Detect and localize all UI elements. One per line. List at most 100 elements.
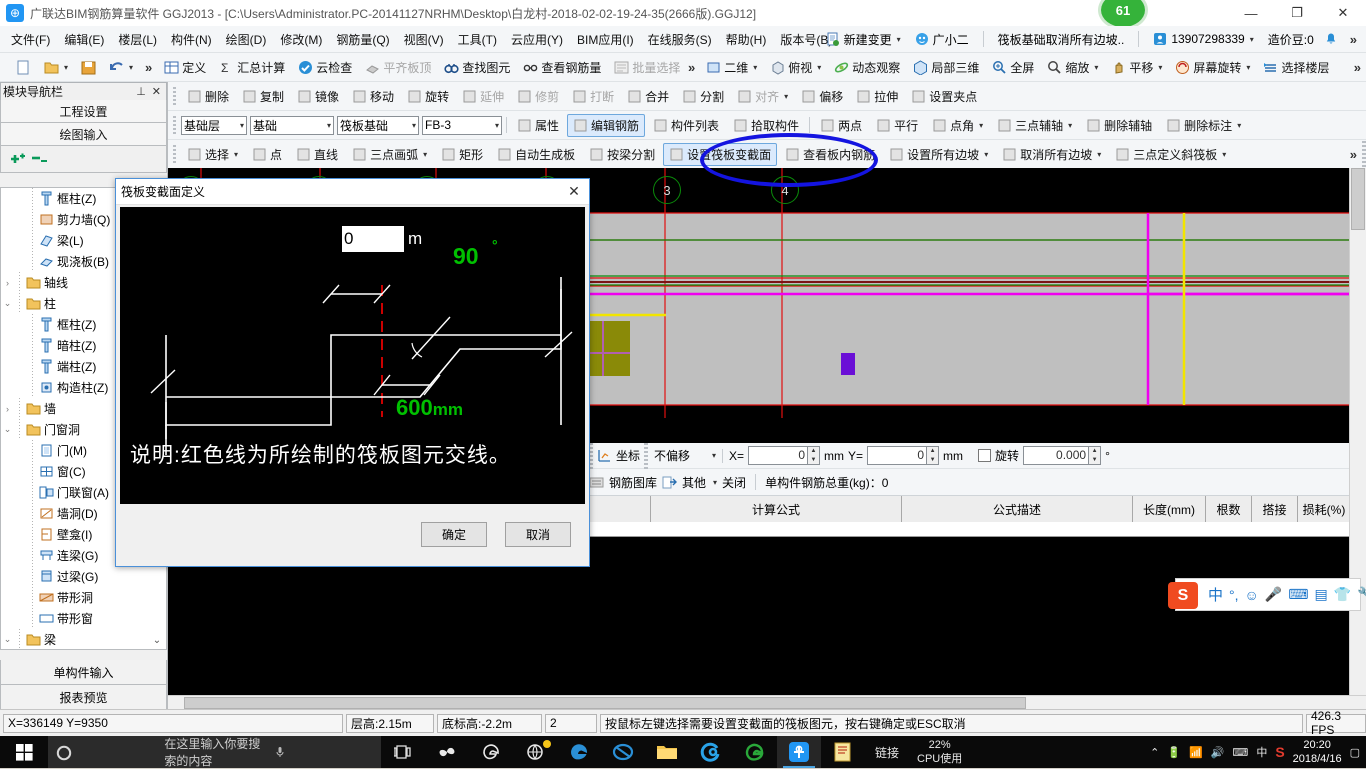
close-icon[interactable]: ✕ <box>149 85 164 98</box>
chevron-down-icon[interactable]: ▾ <box>421 150 427 159</box>
chevron-down-icon[interactable]: ▾ <box>1066 121 1072 130</box>
wifi-icon[interactable]: 📶 <box>1189 746 1203 759</box>
floor-select[interactable]: 基础层 ▾ <box>181 115 247 135</box>
menu-item-4[interactable]: 绘图(D) <box>219 28 274 51</box>
open-file-button[interactable]: ▾ <box>38 57 74 78</box>
chevron-down-icon[interactable]: ▾ <box>1095 150 1101 159</box>
three-point-aux-axis-button[interactable]: 三点辅轴 ▾ <box>991 114 1078 137</box>
chevron-down-icon[interactable]: ▾ <box>1156 63 1162 72</box>
extend-button[interactable]: 延伸 <box>456 85 510 108</box>
raft-section-dialog[interactable]: 筏板变截面定义 ✕ 0 m 90 ° 600mm 说明:红色线为所绘制的筏板图元… <box>115 178 590 567</box>
wrench-icon[interactable]: 🔧 <box>1357 586 1366 603</box>
summary-calc-button[interactable]: Σ 汇总计算 <box>213 56 291 79</box>
table-column-header[interactable]: 损耗(%) <box>1298 496 1351 522</box>
ime-punctuation-toggle[interactable]: °, <box>1229 587 1239 603</box>
tree-twisty[interactable]: ⌄ <box>1 298 14 309</box>
dialog-close-icon[interactable]: ✕ <box>559 179 589 204</box>
chevron-down-icon[interactable]: ▾ <box>782 92 788 101</box>
mirror-button[interactable]: 镜像 <box>291 85 345 108</box>
offset-mode-select[interactable]: 不偏移 ▾ <box>652 447 718 464</box>
chevron-down-icon[interactable]: ▾ <box>815 63 821 72</box>
rotate-input-group[interactable]: 0.000 ▲ ▼ <box>1023 446 1102 465</box>
component-list-button[interactable]: 构件列表 <box>647 114 725 137</box>
chevron-down-icon[interactable]: ▾ <box>410 121 416 130</box>
dynamic-observe-button[interactable]: 动态观察 <box>828 56 906 79</box>
stretch-button[interactable]: 拉伸 <box>850 85 904 108</box>
tree-twisty[interactable]: ⌄ <box>1 424 14 435</box>
draw-toolbar-overflow[interactable]: » <box>1345 147 1362 162</box>
x-spinner[interactable]: ▲ ▼ <box>808 446 821 465</box>
pan-button[interactable]: 平移 ▾ <box>1105 56 1168 79</box>
single-component-input-button[interactable]: 单构件输入 <box>0 660 167 685</box>
menu-item-7[interactable]: 视图(V) <box>397 28 451 51</box>
delete-dimension-button[interactable]: 删除标注 ▾ <box>1160 114 1247 137</box>
menu-item-2[interactable]: 楼层(L) <box>111 28 164 51</box>
rotate-spinner[interactable]: ▲ ▼ <box>1089 446 1102 465</box>
point-angle-button[interactable]: 点角 ▾ <box>926 114 989 137</box>
line-button[interactable]: 直线 <box>290 143 344 166</box>
clock[interactable]: 20:20 2018/4/16 <box>1293 738 1342 766</box>
tree-twisty[interactable]: › <box>1 278 14 288</box>
axis-label-top[interactable]: 4 <box>771 176 799 204</box>
menu-item-1[interactable]: 编辑(E) <box>57 28 111 51</box>
scrollbar-thumb[interactable] <box>1351 168 1365 230</box>
taskbar-app-globe-icon[interactable] <box>513 736 557 768</box>
y-input[interactable]: 0 <box>867 446 928 465</box>
menu-item-6[interactable]: 钢筋量(Q) <box>329 28 396 51</box>
window-controls[interactable]: — ❐ ✕ <box>1228 0 1366 26</box>
taskbar-app-explorer-icon[interactable] <box>645 736 689 768</box>
merge-button[interactable]: 合并 <box>621 85 675 108</box>
taskbar-app-edge-icon[interactable] <box>557 736 601 768</box>
shirt-icon[interactable]: 👕 <box>1334 586 1351 603</box>
attribute-button[interactable]: 属性 <box>511 114 565 137</box>
table-column-header[interactable]: 公式描述 <box>902 496 1133 522</box>
menu-item-9[interactable]: 云应用(Y) <box>504 28 570 51</box>
y-spinner[interactable]: ▲ ▼ <box>927 446 940 465</box>
x-input[interactable]: 0 <box>748 446 809 465</box>
cancel-all-slope-button[interactable]: 取消所有边坡 ▾ <box>996 143 1107 166</box>
fullscreen-button[interactable]: 全屏 <box>986 56 1040 79</box>
rebar-library-label[interactable]: 钢筋图库 <box>609 474 657 491</box>
canvas-horizontal-scrollbar[interactable] <box>168 695 1366 710</box>
pick-component-button[interactable]: 拾取构件 <box>727 114 805 137</box>
top-view-button[interactable]: 俯视 ▾ <box>764 56 827 79</box>
toolbar-grip[interactable] <box>1362 141 1366 167</box>
mic-icon[interactable]: 🎤 <box>1265 586 1282 603</box>
remove-icon[interactable] <box>30 152 47 167</box>
select-button[interactable]: 选择 ▾ <box>181 143 244 166</box>
sogou-logo-icon[interactable]: S <box>1168 582 1198 609</box>
set-raft-section-button[interactable]: 设置筏板变截面 <box>663 142 778 166</box>
check-slab-rebar-button[interactable]: 查看板内钢筋 <box>779 143 881 166</box>
volume-icon[interactable]: 🔊 <box>1211 746 1225 759</box>
batch-select-button[interactable]: 批量选择 <box>608 56 686 79</box>
sidebar-tab-drawing-input[interactable]: 绘图输入 <box>0 123 167 146</box>
set-grip-button[interactable]: 设置夹点 <box>905 85 983 108</box>
menu-item-10[interactable]: BIM应用(I) <box>570 28 641 51</box>
delete-aux-axis-button[interactable]: 删除辅轴 <box>1080 114 1158 137</box>
cancel-button[interactable]: 取消 <box>505 522 571 547</box>
tree-scroll-down-icon[interactable]: ⌄ <box>149 632 165 648</box>
battery-icon[interactable]: 🔋 <box>1167 746 1181 759</box>
chevron-down-icon[interactable]: ▾ <box>127 63 133 72</box>
two-d-button[interactable]: 二维 ▾ <box>700 56 763 79</box>
tray-expand-icon[interactable]: ⌃ <box>1150 746 1159 759</box>
screen-rotate-button[interactable]: 屏幕旋转 ▾ <box>1169 56 1256 79</box>
split-button[interactable]: 分割 <box>676 85 730 108</box>
canvas-vertical-scrollbar[interactable] <box>1349 168 1366 696</box>
zoom-button[interactable]: 缩放 ▾ <box>1041 56 1104 79</box>
add-icon[interactable] <box>9 152 25 167</box>
taskbar-app-edge-mono-icon[interactable] <box>469 736 513 768</box>
chevron-down-icon[interactable]: ▾ <box>1092 63 1098 72</box>
parallel-button[interactable]: 平行 <box>870 114 924 137</box>
edit-rebar-button[interactable]: 编辑钢筋 <box>567 113 646 137</box>
trim-button[interactable]: 修剪 <box>511 85 565 108</box>
undo-button[interactable]: ▾ <box>103 57 139 78</box>
search-box[interactable]: 在这里输入你要搜索的内容 <box>48 736 381 768</box>
align-button[interactable]: 对齐 ▾ <box>731 85 794 108</box>
user-nick-button[interactable]: 广小二 <box>911 29 973 50</box>
menu-item-12[interactable]: 帮助(H) <box>719 28 774 51</box>
toolbar-grip[interactable] <box>644 442 649 469</box>
move-button[interactable]: 移动 <box>346 85 400 108</box>
category-select[interactable]: 基础 ▾ <box>250 115 334 135</box>
chevron-down-icon[interactable]: ▾ <box>895 35 901 44</box>
